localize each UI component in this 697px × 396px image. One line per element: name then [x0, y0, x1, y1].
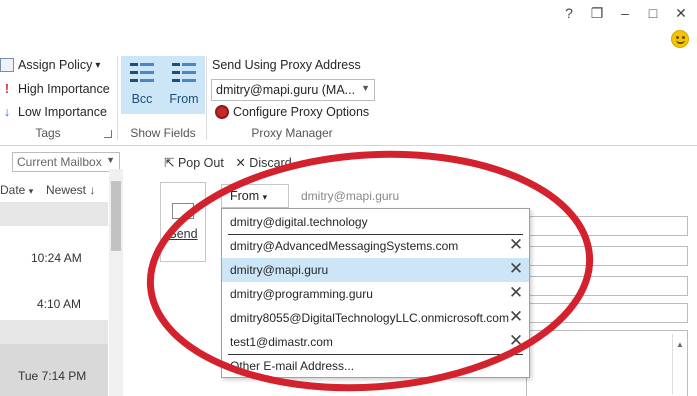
- from-address-option-label: dmitry@digital.technology: [230, 215, 368, 229]
- smiley-feedback-icon[interactable]: [671, 30, 689, 48]
- sort-down-arrow-icon: ↓: [89, 183, 96, 197]
- from-address-option-selected[interactable]: dmitry@mapi.guru ✕: [222, 258, 529, 282]
- from-address-option[interactable]: dmitry@AdvancedMessagingSystems.com ✕: [222, 234, 529, 258]
- chevron-down-icon: ▾: [28, 186, 34, 196]
- down-arrow-icon: ↓: [3, 105, 11, 119]
- compose-toolbar: ⇱ Pop Out ✕ Discard: [164, 155, 292, 170]
- mail-list-pane: Current Mailbox ▼ Date ▾ Newest ↓ 10:24 …: [0, 147, 124, 396]
- pop-out-label: Pop Out: [177, 156, 224, 170]
- pop-out-button[interactable]: ⇱ Pop Out: [164, 156, 227, 170]
- high-importance-label: High Importance: [18, 82, 110, 96]
- maximize-icon[interactable]: □: [642, 4, 664, 22]
- from-address-option[interactable]: dmitry8055@DigitalTechnologyLLC.onmicros…: [222, 306, 529, 330]
- proxy-settings-icon: [215, 105, 229, 119]
- close-icon[interactable]: ✕: [670, 4, 692, 22]
- pane-edge: [0, 155, 4, 169]
- proxy-address-value: dmitry@mapi.guru (MA...: [216, 83, 356, 97]
- cc-field[interactable]: [526, 246, 688, 266]
- envelope-icon: [172, 203, 194, 219]
- configure-proxy-label: Configure Proxy Options: [233, 105, 370, 119]
- send-using-proxy-title: Send Using Proxy Address: [212, 58, 361, 72]
- from-address-option-label: test1@dimastr.com: [230, 335, 333, 349]
- remove-address-icon[interactable]: ✕: [507, 260, 525, 278]
- scroll-up-icon[interactable]: ▲: [676, 340, 686, 349]
- tags-group-label: Tags: [35, 126, 61, 140]
- to-field[interactable]: [526, 216, 688, 236]
- proxy-address-select[interactable]: dmitry@mapi.guru (MA... ▼: [211, 79, 375, 101]
- from-address-option[interactable]: dmitry@digital.technology: [222, 210, 529, 234]
- low-importance-label: Low Importance: [18, 105, 107, 119]
- scrollbar-thumb[interactable]: [111, 181, 121, 251]
- subject-field[interactable]: [526, 303, 688, 323]
- bcc-field-label: Bcc: [131, 92, 153, 106]
- proxy-manager-group-label: Proxy Manager: [251, 126, 333, 140]
- assign-policy-button[interactable]: Assign Policy ▾: [0, 54, 100, 76]
- exclamation-icon: !: [4, 82, 10, 96]
- message-body[interactable]: [526, 330, 688, 396]
- mail-item-time: Tue 7:14 PM: [18, 369, 87, 383]
- from-address-option-label: dmitry8055@DigitalTechnologyLLC.onmicros…: [230, 311, 509, 325]
- bcc-field-button[interactable]: Bcc: [121, 56, 163, 114]
- minimize-icon[interactable]: –: [614, 4, 636, 22]
- chevron-down-icon: ▼: [361, 83, 370, 93]
- sort-by-button[interactable]: Date ▾: [0, 183, 33, 197]
- from-address-option-label: dmitry@programming.guru: [230, 287, 373, 301]
- from-address-value: dmitry@mapi.guru: [301, 189, 400, 203]
- mail-list-scrollbar[interactable]: [109, 169, 123, 396]
- configure-proxy-button[interactable]: Configure Proxy Options: [215, 101, 369, 123]
- from-field-button[interactable]: From: [163, 56, 205, 114]
- help-icon[interactable]: ?: [558, 4, 580, 22]
- assign-policy-label: Assign Policy: [18, 58, 93, 72]
- remove-address-icon[interactable]: ✕: [507, 332, 525, 350]
- remove-address-icon[interactable]: ✕: [507, 284, 525, 302]
- discard-button[interactable]: ✕ Discard: [235, 156, 291, 170]
- mail-item-time: 4:10 AM: [37, 297, 82, 311]
- send-label: Send: [168, 227, 198, 241]
- from-address-dropdown: dmitry@digital.technology dmitry@Advance…: [221, 208, 530, 378]
- dropdown-arrow-icon: ▾: [95, 59, 101, 71]
- mailbox-scope-select[interactable]: Current Mailbox ▼: [12, 152, 120, 172]
- group-header-row[interactable]: [0, 202, 108, 226]
- sort-order-button[interactable]: Newest ↓: [46, 183, 95, 197]
- title-bar: ? ❐ – □ ✕: [0, 0, 697, 28]
- remove-address-icon[interactable]: ✕: [507, 236, 525, 254]
- discard-icon: ✕: [235, 156, 246, 170]
- chevron-down-icon: ▼: [106, 155, 115, 165]
- sort-order-label: Newest: [46, 183, 87, 197]
- low-importance-button[interactable]: ↓ Low Importance: [0, 101, 107, 123]
- group-header-row[interactable]: [0, 320, 108, 344]
- high-importance-button[interactable]: ! High Importance: [0, 78, 110, 100]
- from-address-option-label: dmitry@mapi.guru: [230, 263, 329, 277]
- ribbon-display-options-icon[interactable]: ❐: [586, 4, 608, 22]
- discard-label: Discard: [249, 156, 292, 170]
- bcc-field-icon: [127, 60, 157, 86]
- from-address-option[interactable]: test1@dimastr.com ✕: [222, 330, 529, 354]
- from-field-label: From: [169, 92, 199, 106]
- group-divider: [206, 56, 207, 140]
- show-fields-group-label: Show Fields: [130, 126, 196, 140]
- sort-by-label: Date: [0, 183, 26, 197]
- group-divider: [117, 56, 118, 140]
- other-email-address-label: Other E-mail Address...: [230, 359, 355, 373]
- message-body-scrollbar[interactable]: ▲: [672, 334, 686, 394]
- from-address-option[interactable]: dmitry@programming.guru ✕: [222, 282, 529, 306]
- from-button[interactable]: From ▾: [221, 184, 289, 208]
- from-label: From: [230, 189, 260, 203]
- chevron-down-icon: ▾: [262, 192, 268, 202]
- pop-out-icon: ⇱: [164, 156, 175, 170]
- bcc-field[interactable]: [526, 276, 688, 296]
- policy-icon: [0, 58, 14, 72]
- from-address-option-label: dmitry@AdvancedMessagingSystems.com: [230, 239, 459, 253]
- mailbox-scope-value: Current Mailbox: [17, 155, 102, 169]
- send-button[interactable]: Send: [160, 182, 206, 262]
- from-field-icon: [169, 60, 199, 86]
- other-email-address-option[interactable]: Other E-mail Address...: [222, 354, 529, 378]
- remove-address-icon[interactable]: ✕: [507, 308, 525, 326]
- mail-item-time: 10:24 AM: [31, 251, 82, 265]
- dialog-launcher-icon[interactable]: [104, 130, 112, 138]
